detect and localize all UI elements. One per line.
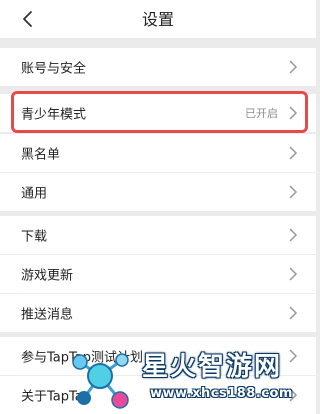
chevron-right-icon	[289, 267, 298, 281]
row-label: 黑名单	[21, 147, 61, 163]
row-label: 推送消息	[21, 307, 74, 323]
settings-row-general[interactable]: 通用	[0, 173, 316, 211]
watermark-brand: 星火智游网	[142, 352, 283, 382]
top-bar: 设置	[0, 0, 316, 38]
settings-row-game-update[interactable]: 游戏更新	[0, 255, 316, 293]
settings-row-download[interactable]: 下载	[0, 216, 316, 254]
highlight-box	[11, 91, 308, 133]
row-label: 下载	[21, 229, 48, 245]
chevron-right-icon	[289, 60, 298, 74]
watermark-url: www.xhcs188.com	[150, 386, 293, 401]
chevron-right-icon	[289, 228, 298, 242]
settings-row-push-messages[interactable]: 推送消息	[0, 294, 316, 332]
watermark: 星火智游网 www.xhcs188.com	[0, 340, 316, 414]
molecule-logo-icon	[72, 353, 129, 409]
chevron-right-icon	[289, 146, 298, 160]
row-label: 通用	[21, 186, 48, 202]
chevron-right-icon	[289, 306, 298, 320]
settings-row-blacklist[interactable]: 黑名单	[0, 134, 316, 172]
row-label: 账号与安全	[21, 61, 87, 77]
chevron-right-icon	[289, 185, 298, 199]
row-label: 游戏更新	[21, 268, 74, 284]
page-title: 设置	[141, 10, 174, 29]
settings-row-account-security[interactable]: 账号与安全	[0, 48, 316, 86]
